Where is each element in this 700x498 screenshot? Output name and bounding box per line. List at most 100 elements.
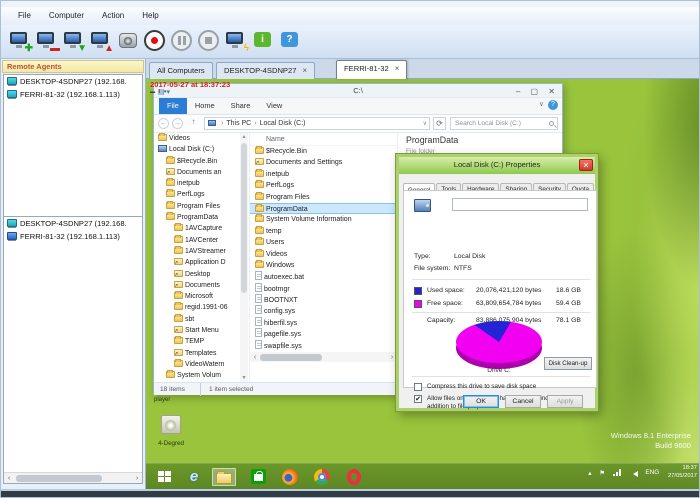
file-item-system-volume-information[interactable]: System Volume Information xyxy=(250,214,397,225)
ribbon-tab-file[interactable]: File xyxy=(159,98,187,114)
crumb-local-disk-c[interactable]: Local Disk (C:) xyxy=(260,120,306,127)
menu-action[interactable]: Action xyxy=(93,7,133,25)
tree-item-desktop[interactable]: Desktop xyxy=(155,269,240,280)
scroll-thumb[interactable] xyxy=(241,143,247,293)
back-icon[interactable]: ← xyxy=(158,118,169,129)
tree-item-perflogs[interactable]: PerfLogs xyxy=(155,189,240,200)
desktop-shortcut[interactable]: 4-Degred xyxy=(151,415,191,447)
folder-tree[interactable]: VideosLocal Disk (C:)$Recycle.BinDocumen… xyxy=(155,133,240,382)
horizontal-scrollbar[interactable]: ‹ › xyxy=(4,472,142,483)
ribbon-tab-view[interactable]: View xyxy=(258,98,290,114)
tree-item-1avcenter[interactable]: 1AVCenter xyxy=(155,235,240,246)
tree-item-microsoft[interactable]: Microsoft xyxy=(155,291,240,302)
help-icon[interactable]: ? xyxy=(278,28,303,55)
file-item-autoexec-bat[interactable]: autoexec.bat xyxy=(250,271,397,282)
file-item-inetpub[interactable]: inetpub xyxy=(250,169,397,180)
menu-help[interactable]: Help xyxy=(133,7,167,25)
tab-all-computers[interactable]: All Computers xyxy=(149,62,213,79)
taskbar-store-icon[interactable] xyxy=(246,468,270,486)
file-item-temp[interactable]: temp xyxy=(250,226,397,237)
tree-item-1avcapture[interactable]: 1AVCapture xyxy=(155,223,240,234)
language-indicator[interactable]: ENG xyxy=(645,469,659,476)
file-item-hiberfil-sys[interactable]: hiberfil.sys xyxy=(250,317,397,328)
compress-checkbox[interactable] xyxy=(414,383,422,391)
tree-item-templates[interactable]: Templates xyxy=(155,348,240,359)
file-item-program-files[interactable]: Program Files xyxy=(250,192,397,203)
file-item-bootnxt[interactable]: BOOTNXT xyxy=(250,294,397,305)
tree-item-inetpub[interactable]: inetpub xyxy=(155,178,240,189)
ok-button[interactable]: OK xyxy=(463,395,499,408)
crumb-this-pc[interactable]: This PC xyxy=(226,120,251,127)
tree-item-programdata[interactable]: ProgramData xyxy=(155,212,240,223)
close-icon[interactable]: ✕ xyxy=(579,159,593,171)
scroll-thumb[interactable] xyxy=(260,354,322,361)
file-list-scrollbar[interactable]: ‹ › xyxy=(250,352,397,362)
clock[interactable]: 18:37 27/05/2017 xyxy=(668,465,697,480)
breadcrumb[interactable]: ›This PC›Local Disk (C:)∨ xyxy=(204,117,430,130)
volume-icon[interactable] xyxy=(630,471,638,477)
agent-item-ferri-81-32[interactable]: FERRI-81-32 (192.168.1.113) xyxy=(4,230,142,243)
cancel-button[interactable]: Cancel xyxy=(505,395,541,408)
dialog-titlebar[interactable]: Local Disk (C:) Properties ✕ xyxy=(399,157,595,174)
scroll-left-icon[interactable]: ‹ xyxy=(4,473,14,484)
taskbar-firefox-icon[interactable] xyxy=(278,468,302,486)
ribbon-tab-home[interactable]: Home xyxy=(187,98,223,114)
scroll-up-icon[interactable]: ▲ xyxy=(240,133,248,141)
upload-to-computer-icon[interactable]: ▲ xyxy=(89,28,114,55)
index-checkbox[interactable]: ✔ xyxy=(414,395,422,403)
file-item-bootmgr[interactable]: bootmgr xyxy=(250,283,397,294)
file-item-perflogs[interactable]: PerfLogs xyxy=(250,180,397,191)
apply-button[interactable]: Apply xyxy=(547,395,583,408)
menu-computer[interactable]: Computer xyxy=(40,7,93,25)
show-hidden-icons-icon[interactable]: ▴ xyxy=(588,469,591,477)
taskbar-start-icon[interactable] xyxy=(152,468,176,486)
file-item-config-sys[interactable]: config.sys xyxy=(250,305,397,316)
ribbon-tab-share[interactable]: Share xyxy=(223,98,259,114)
file-item-videos[interactable]: Videos xyxy=(250,249,397,260)
file-item-recycle-bin[interactable]: $Recycle.Bin xyxy=(250,146,397,157)
agent-list-bottom[interactable]: DESKTOP-4SDNP27 (192.168.FERRI-81-32 (19… xyxy=(3,216,143,484)
taskbar-internet-explorer-icon[interactable]: e xyxy=(182,468,206,486)
scroll-right-icon[interactable]: › xyxy=(132,473,142,484)
file-item-pagefile-sys[interactable]: pagefile.sys xyxy=(250,328,397,339)
agent-item-desktop-4sdnp27[interactable]: DESKTOP-4SDNP27 (192.168. xyxy=(4,75,142,88)
ribbon-expand-icon[interactable]: ∨? xyxy=(539,100,558,110)
tree-item-videos[interactable]: Videos xyxy=(155,133,240,144)
tree-item-documents[interactable]: Documents xyxy=(155,280,240,291)
tab-desktop-4sdnp27[interactable]: DESKTOP-4SDNP27× xyxy=(216,62,315,79)
record-icon[interactable] xyxy=(143,28,168,55)
network-icon[interactable] xyxy=(613,469,622,476)
action-center-flag-icon[interactable]: ⚑ xyxy=(599,469,605,477)
disk-cleanup-button[interactable]: Disk Clean-up xyxy=(544,357,592,370)
scroll-thumb[interactable] xyxy=(16,475,102,482)
file-item-windows[interactable]: Windows xyxy=(250,260,397,271)
file-list[interactable]: Name $Recycle.BinDocuments and Settingsi… xyxy=(250,133,397,382)
pause-icon[interactable] xyxy=(170,28,195,55)
remote-desktop-view[interactable]: 2017-05-27 at 18:37:23 ▬ ‖ ▾ ▤ ▾ C:\ ‒ ▢… xyxy=(146,79,700,489)
name-column-header[interactable]: Name xyxy=(250,133,397,146)
file-item-programdata[interactable]: ProgramData xyxy=(250,203,397,214)
breadcrumb-dropdown-icon[interactable]: ∨ xyxy=(423,118,427,130)
file-item-users[interactable]: Users xyxy=(250,237,397,248)
volume-name-input[interactable] xyxy=(452,198,588,211)
help-icon[interactable]: ? xyxy=(548,100,558,110)
tree-item-1avstreamer[interactable]: 1AVStreamer xyxy=(155,246,240,257)
tree-item-regid-1991-06[interactable]: regid.1991-06 xyxy=(155,302,240,313)
tree-item-recycle-bin[interactable]: $Recycle.Bin xyxy=(155,156,240,167)
remove-computer-icon[interactable]: ▬ xyxy=(35,28,60,55)
file-item-documents-and-settings[interactable]: Documents and Settings xyxy=(250,157,397,168)
file-item-swapfile-sys[interactable]: swapfile.sys xyxy=(250,340,397,351)
forward-icon[interactable]: → xyxy=(172,118,183,129)
close-tab-icon[interactable]: × xyxy=(395,64,400,73)
taskbar-opera-icon[interactable] xyxy=(342,468,366,486)
refresh-icon[interactable]: ⟳ xyxy=(433,117,446,130)
stop-icon[interactable] xyxy=(197,28,222,55)
scroll-down-icon[interactable]: ▼ xyxy=(240,374,248,382)
taskbar-file-explorer-icon[interactable] xyxy=(212,468,236,486)
taskbar-chrome-icon[interactable] xyxy=(310,468,334,486)
up-icon[interactable]: ↑ xyxy=(188,117,199,128)
webcam-icon[interactable] xyxy=(116,28,141,55)
tree-item-program-files[interactable]: Program Files xyxy=(155,201,240,212)
download-from-computer-icon[interactable]: ▼ xyxy=(62,28,87,55)
tree-item-videowatern[interactable]: VideoWatern xyxy=(155,359,240,370)
